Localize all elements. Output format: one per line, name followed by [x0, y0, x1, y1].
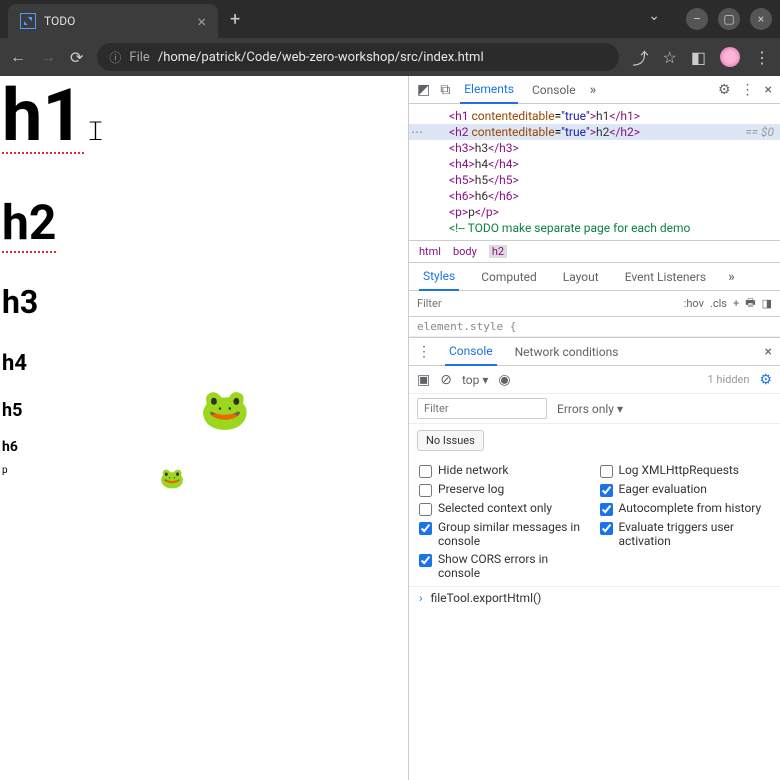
new-tab-button[interactable]: + [230, 9, 240, 30]
devtools-panel: ◩ ⧉ Elements Console » ⚙ ⋮ × <h1 content… [408, 76, 780, 780]
tab-layout[interactable]: Layout [559, 264, 603, 290]
setting-eager-eval[interactable]: Eager evaluation [600, 482, 771, 497]
tab-console-drawer[interactable]: Console [445, 338, 497, 366]
element-style-block[interactable]: element.style { [409, 317, 780, 337]
setting-autocomplete[interactable]: Autocomplete from history [600, 501, 771, 516]
no-issues-button[interactable]: No Issues [417, 430, 484, 451]
heading-2[interactable]: h2 [2, 194, 56, 253]
share-icon[interactable]: ⤴ [633, 45, 649, 69]
hov-toggle[interactable]: :hov [684, 297, 704, 310]
console-drawer: ⋮ Console Network conditions × ▣ ⊘ top ▾… [409, 337, 780, 780]
text-cursor-icon: 𝙸 [86, 116, 106, 148]
heading-4[interactable]: h4 [2, 351, 408, 376]
devtools-toolbar: ◩ ⧉ Elements Console » ⚙ ⋮ × [409, 76, 780, 104]
url-field[interactable]: ⓘ File /home/patrick/Code/web-zero-works… [97, 43, 618, 71]
console-code: fileTool.exportHtml() [431, 591, 542, 605]
heading-3[interactable]: h3 [2, 283, 408, 321]
close-devtools-icon[interactable]: × [765, 82, 772, 98]
breadcrumb-h2[interactable]: h2 [489, 245, 507, 258]
chevron-down-icon[interactable]: ⌄ [648, 8, 660, 30]
more-tabs-icon[interactable]: » [590, 82, 597, 98]
extensions-icon[interactable]: ◧ [691, 48, 706, 67]
setting-preserve-log[interactable]: Preserve log [419, 482, 590, 497]
tab-network-conditions[interactable]: Network conditions [511, 339, 623, 365]
gear-icon[interactable]: ⚙ [718, 82, 731, 98]
dom-comment[interactable]: <!-- TODO make separate page for each de… [409, 220, 780, 236]
tab-title: TODO [44, 14, 189, 28]
clear-console-icon[interactable]: ⊘ [440, 372, 452, 388]
styles-filter-input[interactable] [409, 297, 676, 310]
eye-icon[interactable]: ◉ [498, 372, 510, 388]
kebab-icon[interactable]: ⋮ [417, 344, 431, 360]
page-content: h1𝙸 h2 h3 h4 h5 h6 p 🐸 🐸 [0, 76, 408, 780]
dom-breadcrumb: html body h2 [409, 240, 780, 263]
forward-button[interactable]: → [40, 47, 56, 67]
tab-event-listeners[interactable]: Event Listeners [621, 264, 710, 290]
url-scheme: File [129, 50, 149, 65]
profile-avatar[interactable] [720, 47, 740, 67]
dom-node[interactable]: <h3>h3</h3> [409, 140, 780, 156]
setting-triggers-activation[interactable]: Evaluate triggers user activation [600, 520, 771, 548]
menu-icon[interactable]: ⋮ [754, 48, 770, 67]
styles-tabbar: Styles Computed Layout Event Listeners » [409, 263, 780, 291]
close-drawer-icon[interactable]: × [765, 344, 772, 360]
tab-computed[interactable]: Computed [477, 264, 541, 290]
log-level-selector[interactable]: Errors only ▾ [557, 402, 623, 416]
tab-elements[interactable]: Elements [460, 76, 518, 104]
play-icon[interactable]: ▣ [417, 372, 430, 388]
print-icon[interactable]: 🖶 [745, 294, 755, 313]
minimize-button[interactable]: – [686, 8, 708, 30]
maximize-button[interactable]: ▢ [718, 8, 740, 30]
dom-node[interactable]: <h5>h5</h5> [409, 172, 780, 188]
paragraph[interactable]: p [2, 465, 408, 476]
add-rule-icon[interactable]: + [733, 297, 739, 310]
console-filter-input[interactable] [417, 398, 547, 419]
dom-node-selected[interactable]: <h2 contenteditable="true">h2</h2>== $0 [409, 124, 780, 140]
console-input-line[interactable]: › fileTool.exportHtml() [409, 587, 780, 609]
setting-selected-context[interactable]: Selected context only [419, 501, 590, 516]
tab-console[interactable]: Console [528, 77, 580, 103]
info-icon[interactable]: ⓘ [109, 49, 121, 66]
frog-icon: 🐸 [200, 386, 250, 433]
setting-group-messages[interactable]: Group similar messages in console [419, 520, 590, 548]
inspect-icon[interactable]: ◩ [417, 82, 430, 98]
bookmark-icon[interactable]: ☆ [663, 48, 677, 67]
dom-tree[interactable]: <h1 contenteditable="true">h1</h1> <h2 c… [409, 104, 780, 240]
url-path: /home/patrick/Code/web-zero-workshop/src… [158, 50, 484, 65]
dom-node[interactable]: <h1 contenteditable="true">h1</h1> [409, 108, 780, 124]
context-selector[interactable]: top ▾ [462, 373, 488, 387]
styles-filter-row: :hov .cls + 🖶 ◨ [409, 291, 780, 317]
more-tabs-icon[interactable]: » [728, 269, 735, 285]
breadcrumb-html[interactable]: html [419, 245, 441, 258]
panel-toggle-icon[interactable]: ◨ [762, 297, 772, 310]
console-prompt-icon: › [419, 591, 423, 605]
window-titlebar: TODO × + ⌄ – ▢ × [0, 0, 780, 38]
tab-styles[interactable]: Styles [419, 263, 459, 291]
breadcrumb-body[interactable]: body [453, 245, 477, 258]
device-toggle-icon[interactable]: ⧉ [440, 82, 450, 98]
url-bar: ← → ⟳ ⓘ File /home/patrick/Code/web-zero… [0, 38, 780, 76]
gear-icon[interactable]: ⚙ [759, 372, 772, 388]
setting-cors-errors[interactable]: Show CORS errors in console [419, 552, 590, 580]
kebab-icon[interactable]: ⋮ [741, 82, 755, 98]
heading-6[interactable]: h6 [2, 439, 408, 455]
close-tab-icon[interactable]: × [197, 12, 206, 31]
heading-1[interactable]: h1 [2, 80, 84, 154]
back-button[interactable]: ← [10, 47, 26, 67]
cls-toggle[interactable]: .cls [710, 297, 727, 310]
dom-node[interactable]: <h4>h4</h4> [409, 156, 780, 172]
dom-node[interactable]: <p>p</p> [409, 204, 780, 220]
hidden-count: 1 hidden [707, 373, 749, 386]
favicon-icon [20, 13, 36, 29]
frog-icon: 🐸 [160, 466, 185, 490]
dom-node[interactable]: <h6>h6</h6> [409, 188, 780, 204]
setting-hide-network[interactable]: Hide network [419, 463, 590, 478]
browser-tab[interactable]: TODO × [8, 4, 218, 38]
reload-button[interactable]: ⟳ [70, 48, 83, 67]
setting-log-xhr[interactable]: Log XMLHttpRequests [600, 463, 771, 478]
console-settings: Hide network Log XMLHttpRequests Preserv… [409, 457, 780, 587]
close-window-button[interactable]: × [750, 8, 772, 30]
